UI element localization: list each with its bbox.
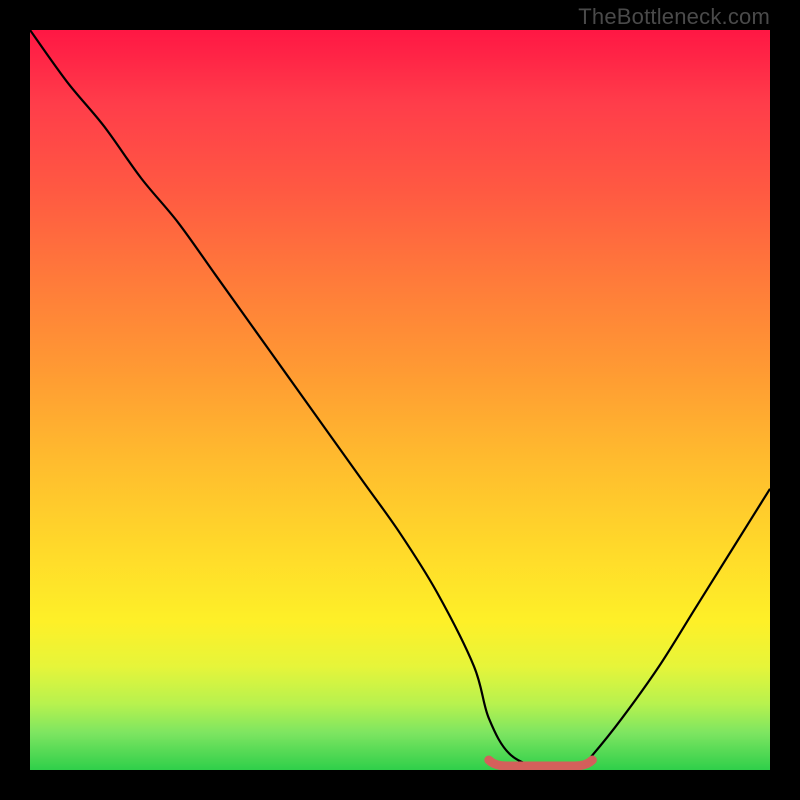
watermark-text: TheBottleneck.com: [578, 4, 770, 30]
bottleneck-curve: [30, 30, 770, 770]
optimal-range-highlight: [489, 760, 593, 766]
chart-svg: [30, 30, 770, 770]
chart-plot-area: [30, 30, 770, 770]
chart-frame: TheBottleneck.com: [0, 0, 800, 800]
